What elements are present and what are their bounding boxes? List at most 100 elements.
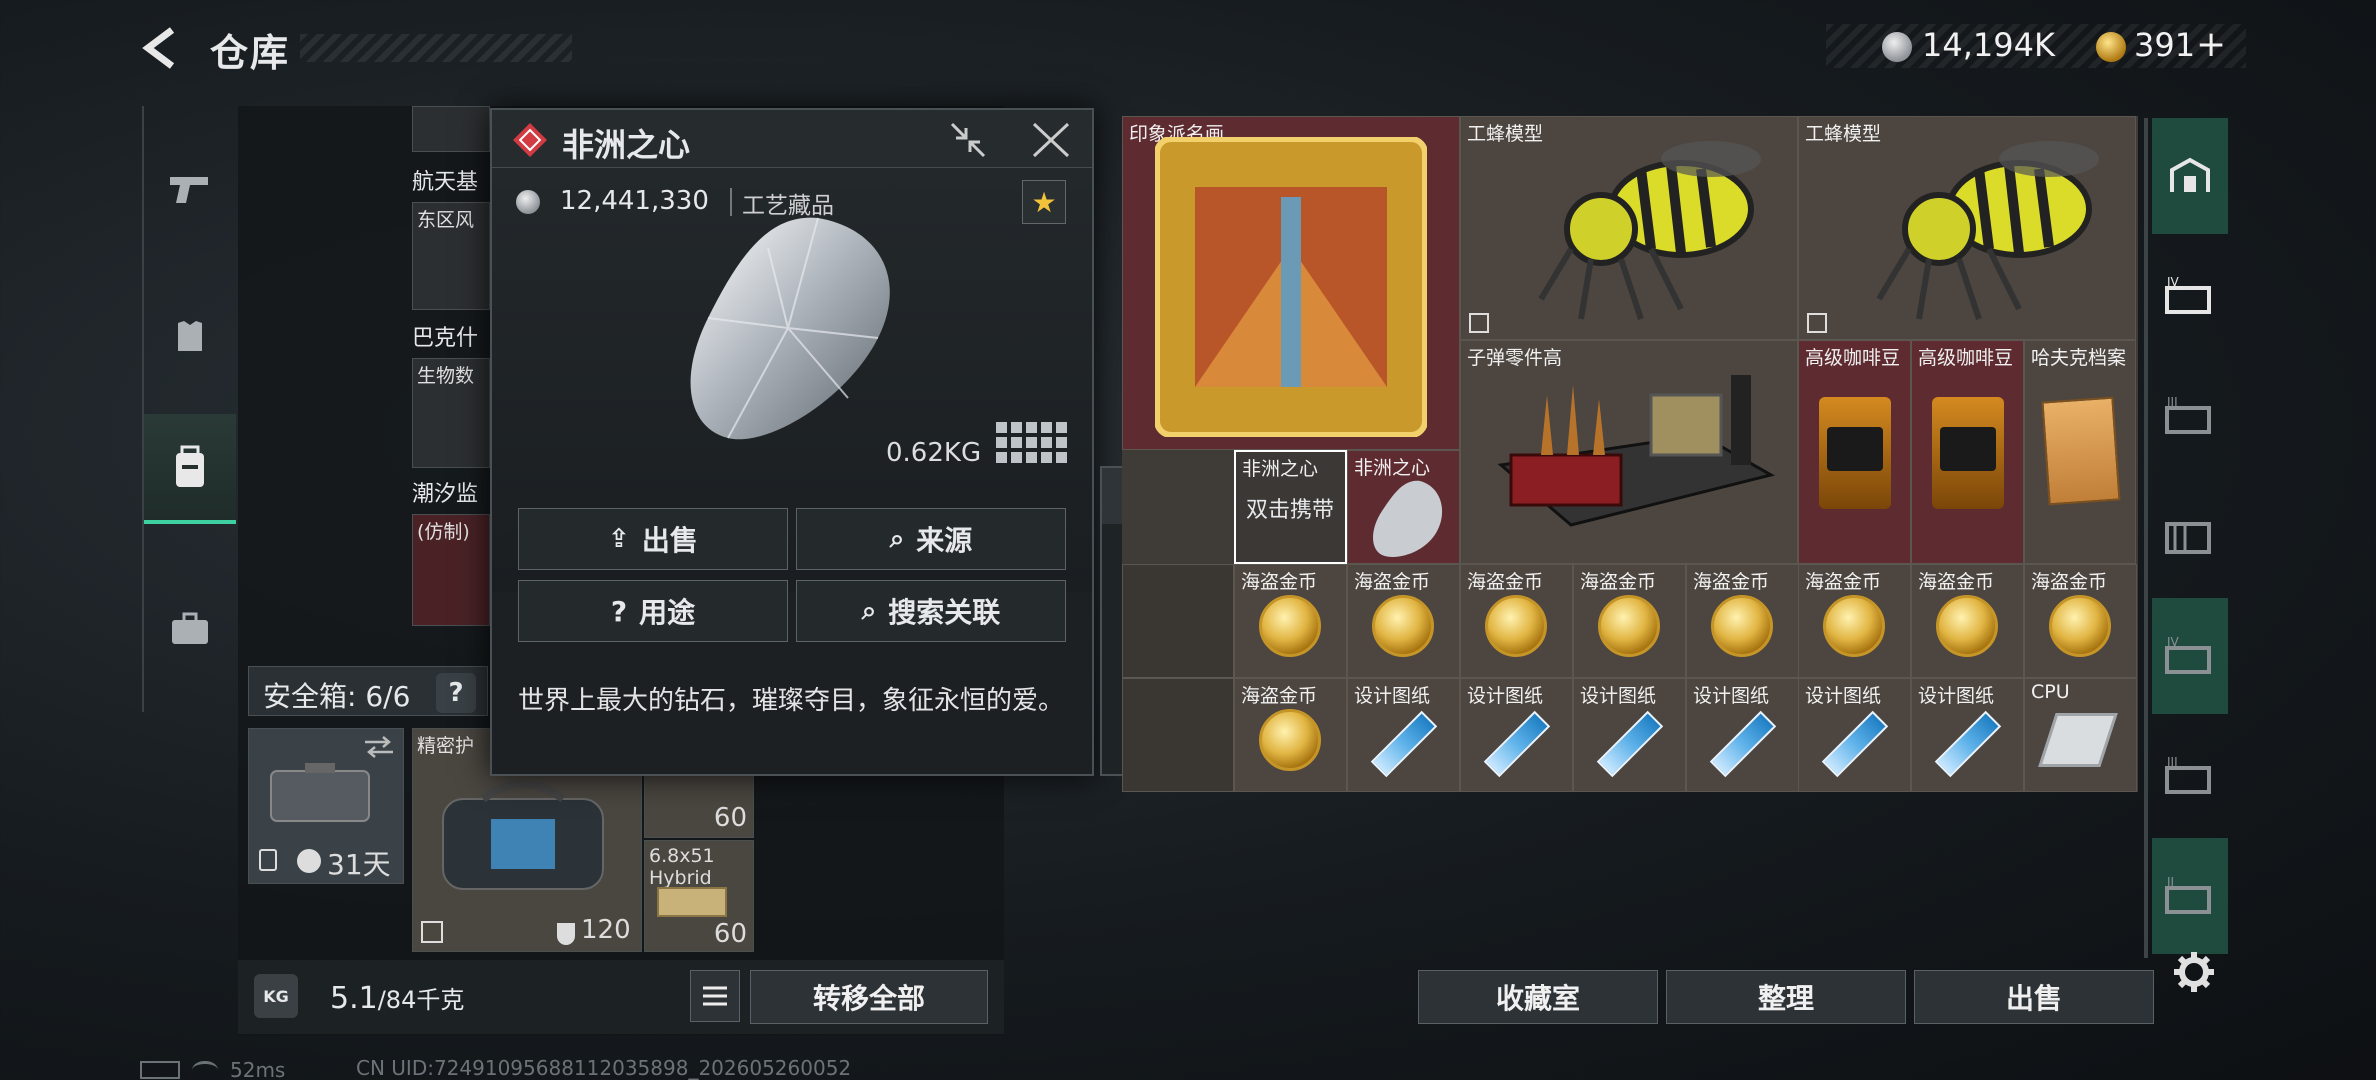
stash-scrollbar[interactable] xyxy=(2144,118,2148,958)
search-related-button[interactable]: ⌕ 搜索关联 xyxy=(796,580,1066,642)
coffee-bag-icon xyxy=(1932,397,2004,509)
nav-backpack[interactable] xyxy=(144,414,236,524)
stash-item-coffee-beans[interactable]: 高级咖啡豆 xyxy=(1798,340,1911,564)
stash-grid: 印象派名画 工蜂模型 工蜂模型 子弹零件高 高级咖啡豆 高级咖啡豆 哈夫克档案 … xyxy=(1122,116,2138,792)
stash-item-harrack-archive[interactable]: 哈夫克档案 xyxy=(2024,340,2136,564)
nav-gear[interactable] xyxy=(144,282,236,392)
transfer-all-button[interactable]: 转移全部 xyxy=(750,970,988,1024)
stash-item-wasp-model[interactable]: 工蜂模型 xyxy=(1460,116,1798,340)
safe-box-help-button[interactable]: ? xyxy=(436,673,476,713)
stash-item-pirate-coin[interactable]: 海盗金币 xyxy=(1234,678,1347,792)
stash-sell-button[interactable]: 出售 xyxy=(1914,970,2154,1024)
tab-level-3[interactable]: III xyxy=(2152,358,2228,474)
page-title: 仓库 xyxy=(210,31,291,75)
stash-item-pirate-coin[interactable]: 海盗金币 xyxy=(1911,564,2024,678)
safe-box-slot[interactable]: 31天 xyxy=(248,728,404,884)
stash-item-pirate-coin[interactable]: 海盗金币 xyxy=(1347,564,1460,678)
durability-value: 120 xyxy=(581,915,631,945)
stash-empty-cell[interactable] xyxy=(1122,678,1234,792)
stash-item-blueprint[interactable]: 设计图纸 xyxy=(1686,678,1799,792)
swap-icon xyxy=(365,736,393,758)
user-uid: CN UID:72491095688112035898_202605260052 xyxy=(356,1056,852,1080)
source-button[interactable]: ⌕ 来源 xyxy=(796,508,1066,570)
sort-button[interactable]: 整理 xyxy=(1666,970,1906,1024)
tab-level-4[interactable]: IV xyxy=(2152,238,2228,354)
stash-empty-cell[interactable] xyxy=(1122,564,1234,678)
bag-icon xyxy=(442,780,604,890)
no-insure-icon xyxy=(421,921,443,943)
backpack-item[interactable] xyxy=(412,106,490,152)
gold-coin-icon xyxy=(1711,595,1773,657)
stash-item-painting[interactable]: 印象派名画 xyxy=(1122,116,1460,450)
usage-button[interactable]: ? 用途 xyxy=(518,580,788,642)
tab-stash-main[interactable] xyxy=(2152,118,2228,234)
add-currency-button[interactable]: + xyxy=(2196,24,2226,65)
stash-item-pirate-coin[interactable]: 海盗金币 xyxy=(1686,564,1799,678)
clock-icon xyxy=(297,849,321,873)
stash-item-heart[interactable]: 非洲之心 xyxy=(1347,450,1460,564)
stash-item-blueprint[interactable]: 设计图纸 xyxy=(1347,678,1460,792)
no-insure-icon xyxy=(1807,313,1827,333)
silver-coin-icon xyxy=(1882,32,1912,62)
search-icon: ⌕ xyxy=(889,523,905,554)
stash-item-cpu[interactable]: CPU xyxy=(2024,678,2137,792)
item-size-grid-icon xyxy=(996,422,1068,470)
diamond-image xyxy=(668,208,908,448)
blueprint-icon xyxy=(1821,710,1889,778)
question-icon: ? xyxy=(610,594,628,628)
stash-item-blueprint[interactable]: 设计图纸 xyxy=(1798,678,1911,792)
stash-item-blueprint[interactable]: 设计图纸 xyxy=(1460,678,1573,792)
back-icon[interactable] xyxy=(140,26,184,70)
item-name: 航天基 xyxy=(412,170,479,195)
stash-item-pirate-coin[interactable]: 海盗金币 xyxy=(2024,564,2137,678)
list-view-button[interactable] xyxy=(690,970,740,1022)
nav-case[interactable] xyxy=(144,574,236,684)
armor-icon xyxy=(178,321,202,351)
stash-item-coffee-beans[interactable]: 高级咖啡豆 xyxy=(1911,340,2024,564)
stash-item-wasp-model[interactable]: 工蜂模型 xyxy=(1798,116,2136,340)
gold-amount: 391 xyxy=(2134,26,2196,64)
tab-level-4-b[interactable]: IV xyxy=(2152,598,2228,714)
gold-coin-icon xyxy=(1598,595,1660,657)
tab-level-3-b[interactable]: III xyxy=(2152,718,2228,834)
collapse-icon[interactable] xyxy=(948,120,988,160)
close-icon[interactable] xyxy=(1030,120,1072,160)
safe-case-icon xyxy=(270,763,370,822)
gold-coin-icon xyxy=(1936,595,1998,657)
gold-coin-icon xyxy=(2096,32,2126,62)
blueprint-icon xyxy=(1596,710,1664,778)
backpack-item[interactable]: 生物数 xyxy=(412,358,490,468)
settings-gear-icon[interactable] xyxy=(2172,950,2216,994)
item-name: 潮汐监 xyxy=(412,482,479,507)
search-icon: ⌕ xyxy=(861,595,877,626)
nav-weapons[interactable] xyxy=(144,134,236,244)
ammo-count: 60 xyxy=(713,803,747,833)
stash-item-blueprint[interactable]: 设计图纸 xyxy=(1911,678,2024,792)
stash-item-blueprint[interactable]: 设计图纸 xyxy=(1573,678,1686,792)
silver-coin-icon xyxy=(516,190,540,214)
stash-item-heart-selected[interactable]: 非洲之心 双击携带 xyxy=(1234,450,1347,564)
stash-item-pirate-coin[interactable]: 海盗金币 xyxy=(1573,564,1686,678)
backpack-item[interactable]: 东区风 xyxy=(412,202,490,310)
sell-icon: ⇪ xyxy=(608,524,630,554)
tab-level-2[interactable]: II xyxy=(2152,838,2228,954)
item-description: 世界上最大的钻石，璀璨夺目，象征永恒的爱。 xyxy=(518,686,1065,716)
gold-coin-icon xyxy=(1823,595,1885,657)
blueprint-icon xyxy=(1709,710,1777,778)
wifi-icon xyxy=(192,1061,218,1079)
svg-text:IV: IV xyxy=(2167,275,2180,289)
collection-room-button[interactable]: 收藏室 xyxy=(1418,970,1658,1024)
sell-button[interactable]: ⇪ 出售 xyxy=(518,508,788,570)
favorite-star-icon[interactable]: ★ xyxy=(1022,180,1066,224)
backpack-item[interactable]: (仿制) xyxy=(412,514,490,626)
ping-value: 52ms xyxy=(230,1058,286,1080)
stash-item-pirate-coin[interactable]: 海盗金币 xyxy=(1798,564,1911,678)
stash-item-pirate-coin[interactable]: 海盗金币 xyxy=(1234,564,1347,678)
ammo-slot[interactable]: 6.8x51 Hybrid 60 xyxy=(644,840,754,952)
safe-box-days: 31天 xyxy=(327,848,391,881)
tab-storage[interactable] xyxy=(2152,478,2228,594)
stash-item-bullet-parts[interactable]: 子弹零件高 xyxy=(1460,340,1798,564)
ammo-count: 60 xyxy=(713,919,747,949)
list-icon xyxy=(703,986,727,1006)
stash-item-pirate-coin[interactable]: 海盗金币 xyxy=(1460,564,1573,678)
